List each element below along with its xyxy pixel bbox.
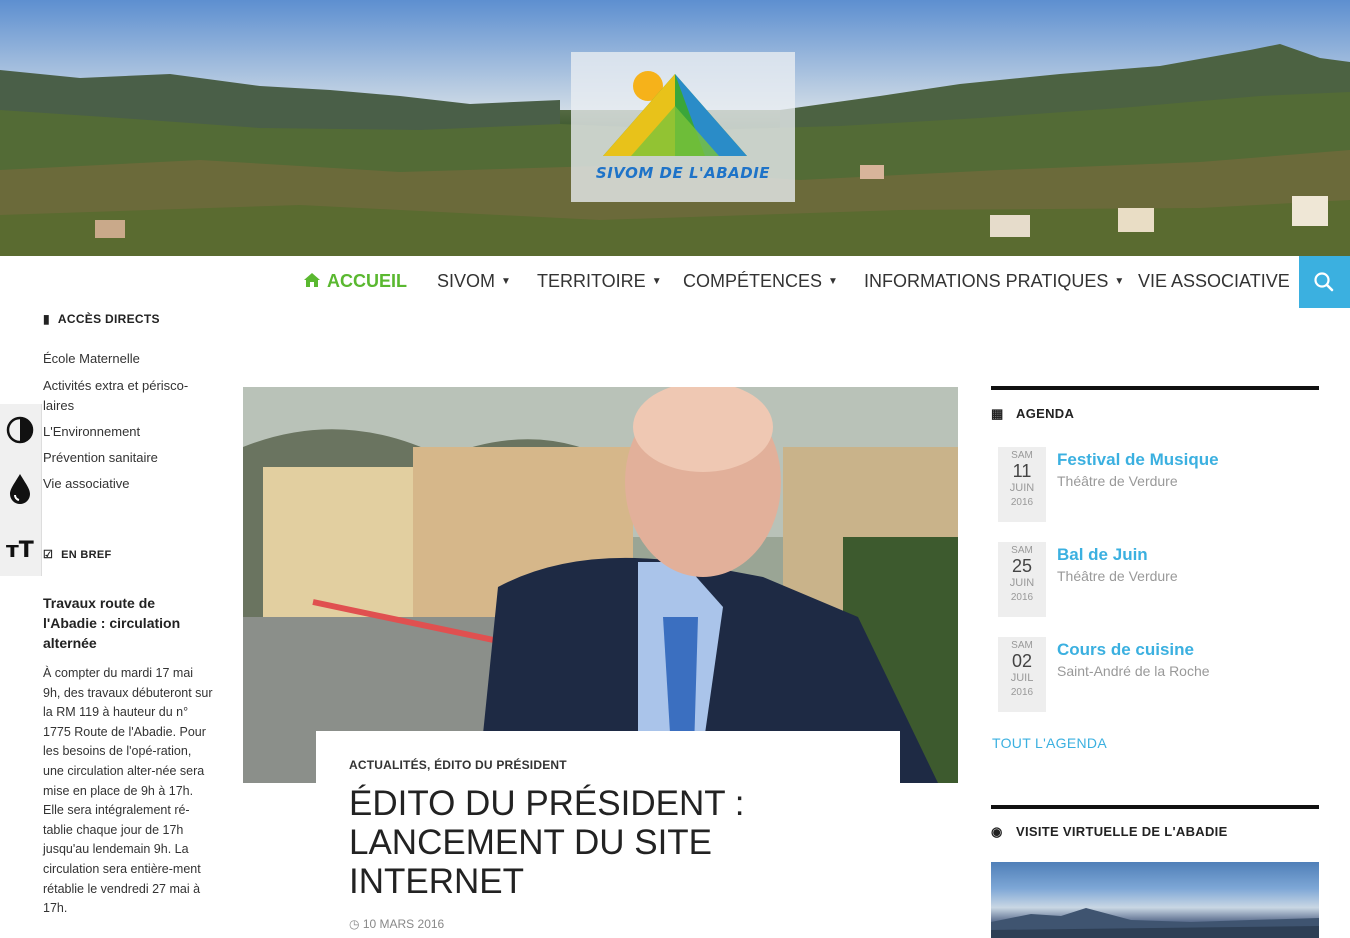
direct-link-vie-associative[interactable]: Vie associative (43, 474, 198, 494)
president-photo (243, 387, 958, 783)
virtual-tour-thumbnail[interactable] (991, 862, 1319, 938)
home-icon (304, 273, 320, 287)
tour-panorama-image (991, 908, 1319, 938)
event-month: JUIN (1009, 482, 1035, 494)
svg-text:тT: тT (6, 538, 34, 563)
direct-access-title-text: ACCÈS DIRECTS (57, 312, 160, 326)
nav-sivom[interactable]: SIVOM ▼ (437, 271, 511, 292)
contrast-button[interactable] (0, 404, 42, 458)
all-agenda-link[interactable]: TOUT L'AGENDA (992, 735, 1107, 751)
nav-label: SIVOM (437, 271, 496, 291)
text-size-icon: тT (6, 538, 34, 563)
article-date: ◷ 10 MARS 2016 (349, 917, 444, 931)
checkbox-icon: ☑ (43, 549, 54, 561)
grayscale-button[interactable] (0, 462, 42, 516)
eye-icon: ◉ (991, 824, 1003, 839)
direct-link-ecole[interactable]: École Maternelle (43, 349, 198, 369)
event-year: 2016 (1010, 592, 1034, 603)
header-banner: SIVOM DE L'ABADIE (0, 0, 1350, 256)
nav-competences[interactable]: COMPÉTENCES ▼ (683, 271, 838, 292)
clock-icon: ◷ (349, 917, 360, 931)
article-date-text: 10 MARS 2016 (362, 917, 445, 931)
event-date-badge: SAM 25 JUIN 2016 (998, 542, 1046, 617)
article-title[interactable]: ÉDITO DU PRÉSIDENT : LANCEMENT DU SITE I… (349, 784, 869, 901)
brief-heading[interactable]: Travaux route de l'Abadie : circulation … (43, 593, 203, 653)
search-icon (1314, 272, 1334, 292)
event-day-number: 25 (1011, 556, 1033, 576)
agenda-title-text: AGENDA (1016, 406, 1075, 421)
event-weekday: SAM (1011, 450, 1033, 461)
article-categories[interactable]: ACTUALITÉS, ÉDITO DU PRÉSIDENT (349, 758, 567, 772)
event-year: 2016 (1010, 497, 1034, 508)
caret-down-icon: ▼ (651, 276, 662, 287)
divider (991, 805, 1319, 809)
caret-down-icon: ▼ (828, 276, 838, 287)
contrast-icon (6, 416, 34, 444)
nav-territoire[interactable]: TERRITOIRE ▼ (537, 271, 662, 292)
logo-text: SIVOM DE L'ABADIE (595, 164, 771, 182)
event-day-number: 11 (1012, 461, 1032, 481)
nav-home[interactable]: ACCUEIL (303, 271, 407, 292)
event-weekday: SAM (1011, 545, 1033, 556)
nav-home-label: ACCUEIL (327, 271, 407, 291)
nav-label: TERRITOIRE (537, 271, 646, 291)
event-weekday: SAM (1011, 640, 1033, 651)
caret-down-icon: ▼ (501, 276, 511, 287)
event-date-badge: SAM 11 JUIN 2016 (998, 447, 1046, 522)
brief-title-text: EN BREF (61, 549, 112, 561)
event-place: Théâtre de Verdure (1057, 568, 1178, 584)
accessibility-toolbar: тT (0, 404, 42, 576)
divider (991, 386, 1319, 390)
nav-label: COMPÉTENCES (683, 271, 823, 291)
brief-title: ☑ EN BREF (43, 548, 112, 561)
event-title[interactable]: Bal de Juin (1057, 545, 1148, 565)
agenda-title: ▦ AGENDA (991, 406, 1075, 421)
search-button[interactable] (1299, 256, 1350, 308)
event-date-badge: SAM 02 JUIL 2016 (998, 637, 1046, 712)
direct-link-prevention[interactable]: Prévention sanitaire (43, 448, 198, 468)
event-month: JUIN (1009, 577, 1035, 589)
event-day-number: 02 (1011, 651, 1033, 671)
event-place: Saint-André de la Roche (1057, 663, 1210, 679)
brief-body: À compter du mardi 17 mai 9h, des travau… (43, 666, 213, 916)
main-navigation: ACCUEIL SIVOM ▼ TERRITOIRE ▼ COMPÉTENCES ▼ … (0, 256, 1350, 308)
event-title[interactable]: Cours de cuisine (1057, 640, 1194, 660)
nav-label: VIE ASSOCIATIVE (1138, 271, 1290, 291)
article-featured-image[interactable] (243, 387, 958, 783)
drop-icon (10, 474, 30, 504)
nav-vie-associative[interactable]: VIE ASSOCIATIVE (1138, 271, 1290, 292)
direct-access-title: ▮ ACCÈS DIRECTS (43, 312, 160, 326)
bookmark-icon: ▮ (43, 312, 50, 326)
direct-link-environnement[interactable]: L'Environnement (43, 422, 198, 442)
virtual-tour-title-text: VISITE VIRTUELLE DE L'ABADIE (1016, 824, 1228, 839)
direct-link-activites[interactable]: Activités extra et périsco-laires (43, 376, 198, 416)
event-month: JUIL (1010, 672, 1034, 684)
event-title[interactable]: Festival de Musique (1057, 450, 1219, 470)
site-logo[interactable]: SIVOM DE L'ABADIE (571, 52, 795, 202)
nav-label: INFORMATIONS PRATIQUES (864, 271, 1109, 291)
virtual-tour-title: ◉ VISITE VIRTUELLE DE L'ABADIE (991, 824, 1228, 839)
article-card: ACTUALITÉS, ÉDITO DU PRÉSIDENT ÉDITO DU … (316, 731, 900, 938)
text-size-button[interactable]: тT (0, 520, 42, 574)
event-place: Théâtre de Verdure (1057, 473, 1178, 489)
nav-informations-pratiques[interactable]: INFORMATIONS PRATIQUES ▼ (864, 271, 1124, 292)
caret-down-icon: ▼ (1114, 276, 1125, 287)
calendar-icon: ▦ (991, 406, 1004, 421)
event-year: 2016 (1010, 687, 1034, 698)
